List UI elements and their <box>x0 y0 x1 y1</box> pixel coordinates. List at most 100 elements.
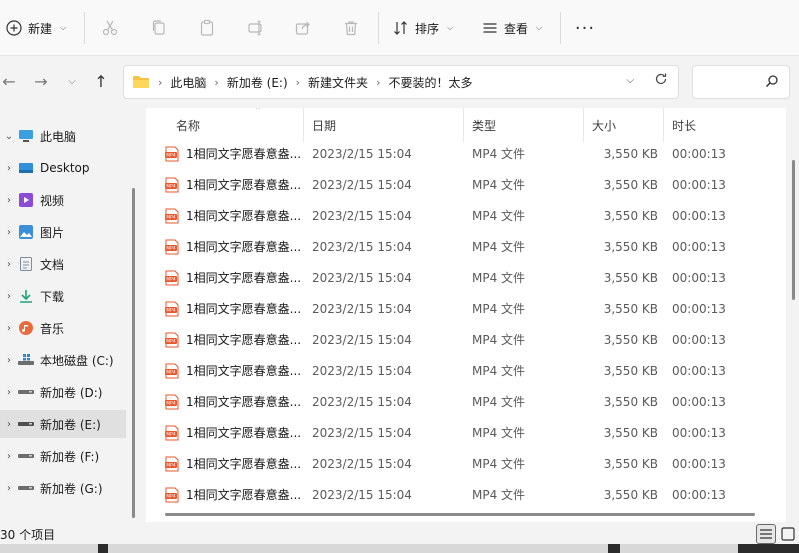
table-row[interactable]: MP4 1相同文字愿春意盎... 2023/2/15 15:04 MP4 文件 3,55… <box>146 138 786 169</box>
table-row[interactable]: MP4 1相同文字愿春意盎... 2023/2/15 15:04 MP4 文件 3,55… <box>146 200 786 231</box>
share-button[interactable] <box>291 16 315 40</box>
cell-date: 2023/2/15 15:04 <box>312 239 412 254</box>
toolbar-separator <box>84 12 85 44</box>
table-row[interactable]: MP4 1相同文字愿春意盎... 2023/2/15 15:04 MP4 文件 3,55… <box>146 448 786 479</box>
table-row[interactable]: MP4 1相同文字愿春意盎... 2023/2/15 15:04 MP4 文件 3,55… <box>146 293 786 324</box>
table-row[interactable]: MP4 1相同文字愿春意盎... 2023/2/15 15:04 MP4 文件 3,55… <box>146 324 786 355</box>
file-list: ⌃ 名称 日期 类型 大小 时长 MP4 1相同文字愿春意盎... 2023/2/1… <box>146 108 786 522</box>
back-button[interactable]: ← <box>0 70 20 92</box>
plus-circle-icon <box>6 20 22 36</box>
breadcrumb-item[interactable]: 此电脑 <box>170 74 206 91</box>
rename-button[interactable] <box>244 16 268 40</box>
list-horizontal-scrollbar[interactable] <box>165 513 755 516</box>
cell-duration: 00:00:13 <box>672 270 726 285</box>
new-button[interactable]: 新建 ⌵ <box>6 12 66 44</box>
folder-icon <box>133 76 149 88</box>
file-name: 1相同文字愿春意盎... <box>186 333 302 347</box>
sidebar-item-documents[interactable]: › 文档 <box>0 250 126 278</box>
sidebar-item-pictures[interactable]: › 图片 <box>0 218 126 246</box>
column-header-name[interactable]: ⌃ 名称 <box>168 108 304 142</box>
breadcrumb-item[interactable]: 不要装的！太多 <box>388 74 472 91</box>
sidebar-item-drive-c[interactable]: › 本地磁盘 (C:) <box>0 346 126 374</box>
sidebar-item-label: 下载 <box>40 289 65 304</box>
cell-type: MP4 文件 <box>472 426 526 440</box>
delete-button[interactable] <box>339 16 363 40</box>
address-bar[interactable]: › 此电脑 › 新加卷 (E:) › 新建文件夹 › 不要装的！太多 ⌵ <box>123 65 679 99</box>
sort-button[interactable]: 排序 ⌵ <box>393 12 453 44</box>
address-dropdown-button[interactable]: ⌵ <box>626 75 634 86</box>
list-vertical-scrollbar[interactable] <box>792 160 795 300</box>
refresh-button[interactable] <box>654 72 668 90</box>
cell-size: 3,550 KB <box>603 456 658 471</box>
sidebar-item-drive-e[interactable]: › 新加卷 (E:) <box>0 410 126 438</box>
arrow-up-icon: ↑ <box>94 71 108 91</box>
table-row[interactable]: MP4 1相同文字愿春意盎... 2023/2/15 15:04 MP4 文件 3,55… <box>146 386 786 417</box>
arrow-left-icon: ← <box>2 71 16 91</box>
table-row[interactable]: MP4 1相同文字愿春意盎... 2023/2/15 15:04 MP4 文件 3,55… <box>146 262 786 293</box>
tiles-view-button[interactable] <box>778 524 798 544</box>
column-header-date[interactable]: 日期 <box>304 108 464 142</box>
table-row[interactable]: MP4 1相同文字愿春意盎... 2023/2/15 15:04 MP4 文件 3,55… <box>146 417 786 448</box>
table-row[interactable]: MP4 1相同文字愿春意盎... 2023/2/15 15:04 MP4 文件 3,55… <box>146 479 786 510</box>
details-view-icon <box>760 529 772 539</box>
recent-locations-button[interactable]: ⌵ <box>61 70 83 92</box>
sidebar-item-desktop[interactable]: › Desktop <box>0 154 126 182</box>
column-header-size[interactable]: 大小 <box>584 108 664 142</box>
expand-arrow-icon: › <box>7 226 11 238</box>
mp4-file-icon: MP4 <box>164 363 180 379</box>
forward-button[interactable]: → <box>30 70 52 92</box>
search-input[interactable] <box>692 65 790 99</box>
expand-arrow-icon: › <box>7 194 11 206</box>
paste-button[interactable] <box>195 16 219 40</box>
mp4-file-icon: MP4 <box>164 487 180 503</box>
sidebar-scrollbar[interactable] <box>132 188 135 518</box>
copy-button[interactable] <box>147 16 171 40</box>
cell-name: MP4 1相同文字愿春意盎... <box>164 417 304 448</box>
cell-type: MP4 文件 <box>472 333 526 347</box>
sidebar-item-videos[interactable]: › 视频 <box>0 186 126 214</box>
table-row[interactable]: MP4 1相同文字愿春意盎... 2023/2/15 15:04 MP4 文件 3,55… <box>146 355 786 386</box>
cell-type: MP4 文件 <box>472 147 526 161</box>
sidebar-item-this-pc[interactable]: ⌄ 此电脑 <box>0 122 126 150</box>
sidebar-item-drive-f[interactable]: › 新加卷 (F:) <box>0 442 126 470</box>
table-row[interactable]: MP4 1相同文字愿春意盎... 2023/2/15 15:04 MP4 文件 3,55… <box>146 231 786 262</box>
table-row[interactable]: MP4 1相同文字愿春意盎... 2023/2/15 15:04 MP4 文件 3,55… <box>146 169 786 200</box>
sidebar-item-drive-d[interactable]: › 新加卷 (D:) <box>0 378 126 406</box>
cell-size: 3,550 KB <box>603 301 658 316</box>
mp4-file-icon: MP4 <box>164 332 180 348</box>
sort-ascending-icon: ⌃ <box>254 108 262 116</box>
sidebar-item-downloads[interactable]: › 下载 <box>0 282 126 310</box>
cell-type: MP4 文件 <box>472 302 526 316</box>
cut-button[interactable] <box>98 16 122 40</box>
windows-drive-icon <box>18 352 34 368</box>
pictures-icon <box>18 224 34 240</box>
search-icon <box>765 75 778 88</box>
svg-text:MP4: MP4 <box>166 307 176 313</box>
view-button[interactable]: 查看 ⌵ <box>482 12 542 44</box>
breadcrumb-item[interactable]: 新建文件夹 <box>308 74 368 91</box>
cell-duration: 00:00:13 <box>672 332 726 347</box>
cell-size: 3,550 KB <box>603 363 658 378</box>
sidebar-item-music[interactable]: › 音乐 <box>0 314 126 342</box>
file-name: 1相同文字愿春意盎... <box>186 426 302 440</box>
breadcrumb-item[interactable]: 新加卷 (E:) <box>227 74 288 91</box>
new-label: 新建 <box>28 21 53 36</box>
cell-date: 2023/2/15 15:04 <box>312 332 412 347</box>
sidebar-item-drive-g[interactable]: › 新加卷 (G:) <box>0 474 126 502</box>
svg-text:MP4: MP4 <box>166 338 176 344</box>
breadcrumb-separator: › <box>295 75 301 89</box>
cell-name: MP4 1相同文字愿春意盎... <box>164 138 304 169</box>
cell-duration: 00:00:13 <box>672 177 726 192</box>
cell-duration: 00:00:13 <box>672 208 726 223</box>
column-header-type[interactable]: 类型 <box>464 108 584 142</box>
up-button[interactable]: ↑ <box>90 70 112 92</box>
cell-date: 2023/2/15 15:04 <box>312 208 412 223</box>
column-header-duration[interactable]: 时长 <box>664 108 784 142</box>
file-name: 1相同文字愿春意盎... <box>186 488 302 502</box>
details-view-button[interactable] <box>756 524 776 544</box>
cut-icon <box>102 20 118 36</box>
cell-type: MP4 文件 <box>472 488 526 502</box>
expand-arrow-icon: › <box>7 354 11 366</box>
more-options-button[interactable]: ··· <box>573 16 597 40</box>
cell-type: MP4 文件 <box>472 271 526 285</box>
